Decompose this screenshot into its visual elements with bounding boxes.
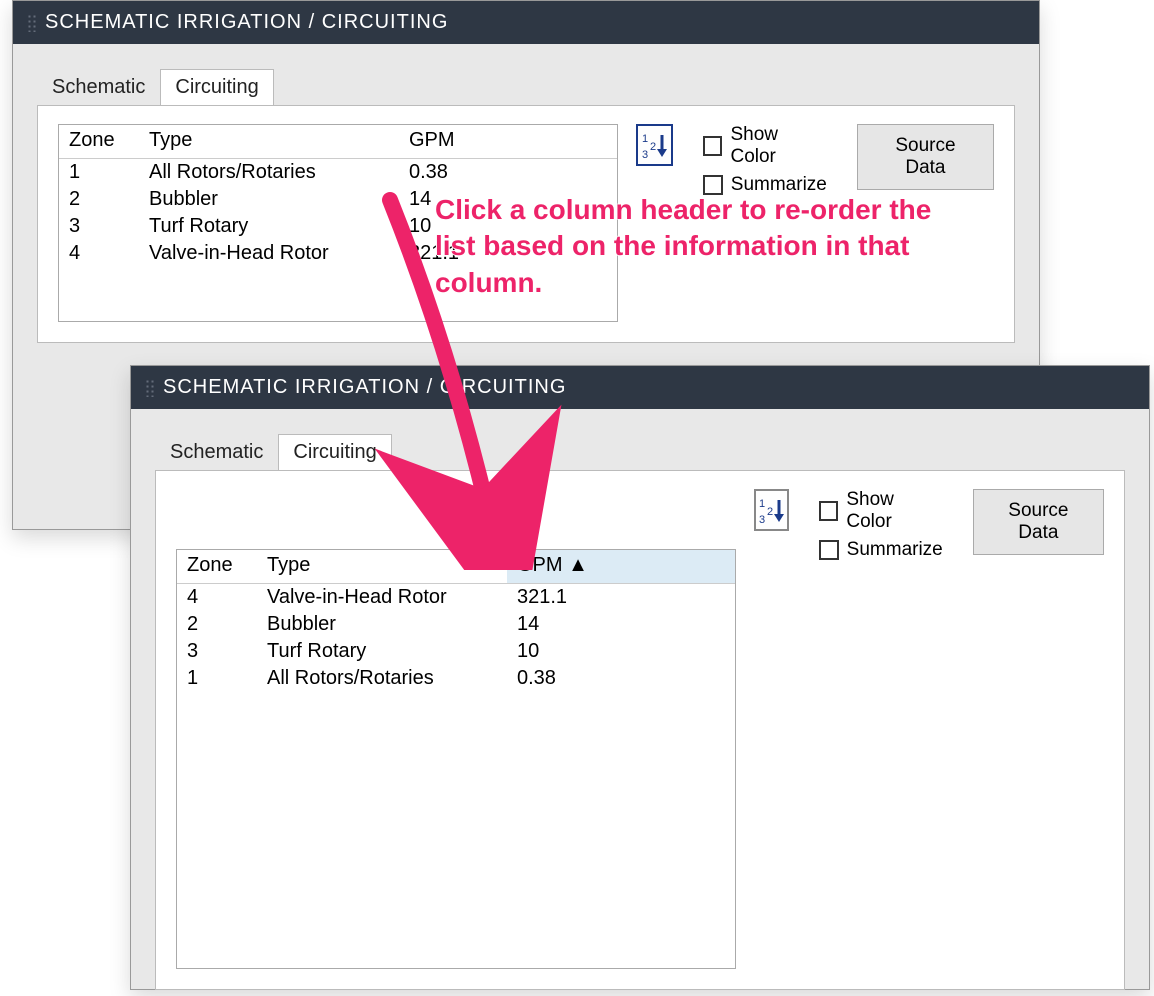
source-data-button[interactable]: Source Data — [857, 124, 994, 190]
panel-front: SCHEMATIC IRRIGATION / CIRCUITING Schema… — [130, 365, 1150, 990]
svg-text:1: 1 — [759, 498, 765, 510]
cell-gpm: 0.38 — [507, 665, 735, 692]
table-row[interactable]: 1 All Rotors/Rotaries 0.38 — [177, 665, 735, 692]
panel-title-bar[interactable]: SCHEMATIC IRRIGATION / CIRCUITING — [13, 1, 1039, 44]
cell-zone: 1 — [177, 665, 257, 692]
col-header-type[interactable]: Type — [257, 550, 507, 584]
col-header-type[interactable]: Type — [139, 125, 399, 159]
cell-gpm: 10 — [507, 638, 735, 665]
sort-numeric-icon: 1 2 3 — [757, 496, 785, 524]
sort-numeric-icon: 1 2 3 — [640, 131, 668, 159]
drag-grip-icon[interactable] — [27, 14, 37, 32]
source-data-button[interactable]: Source Data — [973, 489, 1104, 555]
col-header-gpm-sorted[interactable]: GPM ▲ — [507, 550, 735, 584]
cell-gpm: 0.38 — [399, 159, 617, 187]
cell-type: All Rotors/Rotaries — [139, 159, 399, 187]
label-summarize: Summarize — [847, 539, 943, 561]
cell-type: Bubbler — [257, 611, 507, 638]
cell-zone: 4 — [59, 240, 139, 267]
instruction-callout: Click a column header to re-order the li… — [435, 192, 975, 301]
svg-text:2: 2 — [650, 141, 656, 153]
cell-type: Valve-in-Head Rotor — [257, 584, 507, 612]
cell-zone: 3 — [59, 213, 139, 240]
svg-text:2: 2 — [767, 506, 773, 518]
cell-gpm: 14 — [507, 611, 735, 638]
tab-strip: Schematic Circuiting — [155, 433, 1149, 470]
cell-zone: 2 — [177, 611, 257, 638]
col-header-zone[interactable]: Zone — [177, 550, 257, 584]
label-show-color: Show Color — [846, 489, 942, 533]
panel-title-bar[interactable]: SCHEMATIC IRRIGATION / CIRCUITING — [131, 366, 1149, 409]
sort-button[interactable]: 1 2 3 — [636, 124, 673, 166]
col-header-gpm[interactable]: GPM — [399, 125, 617, 159]
svg-text:3: 3 — [759, 514, 765, 524]
svg-text:1: 1 — [642, 133, 648, 145]
cell-type: Turf Rotary — [257, 638, 507, 665]
drag-grip-icon[interactable] — [145, 379, 155, 397]
label-show-color: Show Color — [730, 124, 826, 168]
cell-type: Turf Rotary — [139, 213, 399, 240]
cell-zone: 4 — [177, 584, 257, 612]
tab-schematic[interactable]: Schematic — [37, 69, 160, 106]
sort-button[interactable]: 1 2 3 — [754, 489, 789, 531]
table-row[interactable]: 1 All Rotors/Rotaries 0.38 — [59, 159, 617, 187]
cell-zone: 2 — [59, 186, 139, 213]
cell-gpm: 321.1 — [507, 584, 735, 612]
tab-strip: Schematic Circuiting — [37, 68, 1039, 105]
cell-type: Valve-in-Head Rotor — [139, 240, 399, 267]
cell-type: All Rotors/Rotaries — [257, 665, 507, 692]
table-row[interactable]: 3 Turf Rotary 10 — [177, 638, 735, 665]
checkbox-show-color[interactable] — [703, 136, 723, 156]
svg-text:3: 3 — [642, 149, 648, 159]
tab-circuiting[interactable]: Circuiting — [160, 69, 273, 106]
table-row[interactable]: 2 Bubbler 14 — [177, 611, 735, 638]
panel-title: SCHEMATIC IRRIGATION / CIRCUITING — [45, 11, 448, 34]
checkbox-summarize[interactable] — [819, 540, 839, 560]
cell-zone: 1 — [59, 159, 139, 187]
tab-schematic[interactable]: Schematic — [155, 434, 278, 471]
zone-table: Zone Type GPM ▲ 4 Valve-in-Head Rotor 32… — [176, 549, 736, 969]
panel-title: SCHEMATIC IRRIGATION / CIRCUITING — [163, 376, 566, 399]
tab-panel-circuiting: Zone Type GPM ▲ 4 Valve-in-Head Rotor 32… — [155, 470, 1125, 990]
cell-zone: 3 — [177, 638, 257, 665]
table-row[interactable]: 4 Valve-in-Head Rotor 321.1 — [177, 584, 735, 612]
options-group: Show Color Summarize — [703, 124, 827, 196]
col-header-zone[interactable]: Zone — [59, 125, 139, 159]
cell-type: Bubbler — [139, 186, 399, 213]
checkbox-show-color[interactable] — [819, 501, 839, 521]
tab-circuiting[interactable]: Circuiting — [278, 434, 391, 471]
options-group: Show Color Summarize — [819, 489, 943, 561]
